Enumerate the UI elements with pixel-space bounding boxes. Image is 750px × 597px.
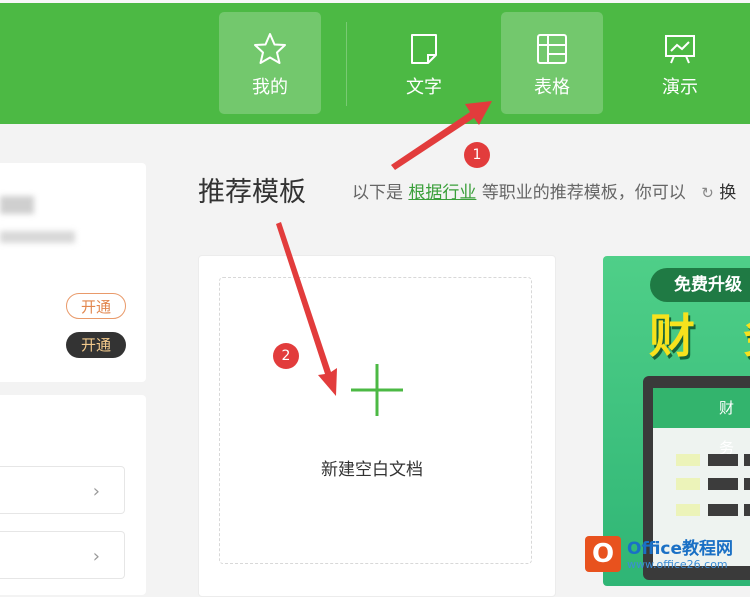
step-badge-1: 1 (464, 142, 490, 168)
arrow-2 (276, 222, 337, 396)
office-logo-icon: O (585, 536, 621, 572)
step-badge-2: 2 (273, 343, 299, 369)
annotation-arrows (276, 101, 492, 396)
watermark-title: Office教程网 (627, 539, 734, 559)
watermark-url: www.office26.com (627, 558, 728, 571)
watermark: O Office教程网 www.office26.com (585, 528, 750, 579)
